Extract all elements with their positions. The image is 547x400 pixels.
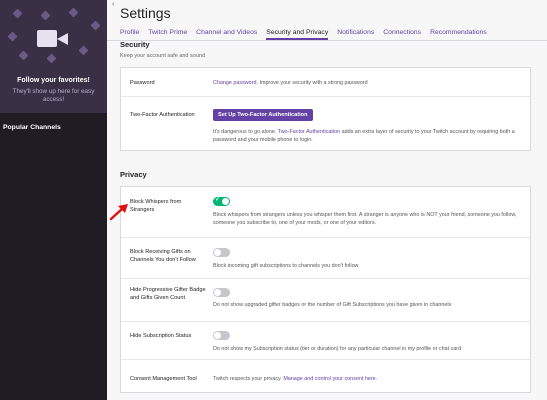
heart-icon [18, 50, 29, 61]
password-description: Change password. Improve your security w… [213, 79, 525, 87]
tabs-divider [107, 40, 547, 41]
settings-tabs: Profile Twitch Prime Channel and Videos … [120, 29, 496, 40]
popular-channels-heading: Popular Channels [3, 124, 61, 131]
toggle-knob [214, 332, 221, 339]
privacy-row-block-whispers: Block Whispers from Strangers ✓ Block wh… [121, 187, 530, 237]
hide-subscription-label: Hide Subscription Status [130, 333, 192, 339]
tab-channel-and-videos[interactable]: Channel and Videos [196, 29, 257, 40]
two-factor-text-before: It's dangerous to go alone. [213, 129, 278, 135]
page-title: Settings [120, 5, 171, 21]
toggle-knob [222, 198, 229, 205]
consent-description: Twitch respects your privacy. Manage and… [213, 375, 525, 383]
toggle-knob [214, 289, 221, 296]
collapse-sidebar-icon[interactable]: ‹ [112, 1, 114, 8]
camera-lens-icon [57, 33, 68, 45]
promo-title: Follow your favorites! [17, 77, 90, 84]
consent-label: Consent Management Tool [130, 376, 197, 382]
block-gifts-description: Block incoming gift subscriptions to cha… [213, 263, 359, 269]
heart-icon [78, 45, 89, 56]
consent-manage-link[interactable]: Manage and control your consent here. [283, 376, 377, 382]
red-arrow-icon [109, 204, 128, 221]
two-factor-description: It's dangerous to go alone. Two-Factor A… [213, 128, 525, 144]
privacy-row-hide-subscription: Hide Subscription Status Do not show my … [121, 321, 530, 359]
two-factor-link[interactable]: Two-Factor Authentication [278, 129, 340, 135]
two-factor-row: Two-Factor Authentication Set Up Two-Fac… [121, 96, 530, 151]
heart-icon [12, 8, 23, 19]
tab-twitch-prime[interactable]: Twitch Prime [148, 29, 187, 40]
privacy-section-title: Privacy [120, 170, 147, 179]
privacy-row-consent: Consent Management Tool Twitch respects … [121, 359, 530, 393]
tab-connections[interactable]: Connections [383, 29, 421, 40]
password-row: Password Change password. Improve your s… [121, 68, 530, 96]
heart-icon [46, 53, 57, 64]
left-sidebar: Follow your favorites! They'll show up h… [0, 0, 107, 400]
two-factor-label: Two-Factor Authentication [130, 112, 195, 118]
change-password-link[interactable]: Change password. [213, 80, 258, 86]
heart-icon [40, 10, 51, 21]
tab-profile[interactable]: Profile [120, 29, 139, 40]
hide-subscription-toggle[interactable] [213, 331, 230, 340]
setup-two-factor-button[interactable]: Set Up Two-Factor Authentication [213, 109, 313, 121]
video-camera-icon [37, 30, 57, 47]
security-card: Password Change password. Improve your s… [120, 67, 531, 151]
hide-subscription-description: Do not show my Subscription status (tier… [213, 346, 462, 352]
password-label: Password [130, 80, 155, 86]
hide-gifter-badge-description: Do not show upgraded gifter badges or th… [213, 302, 452, 308]
checkmark-icon: ✓ [215, 197, 221, 203]
security-section-subtitle: Keep your account safe and sound [120, 53, 206, 59]
password-help-text: Improve your security with a strong pass… [257, 80, 368, 86]
heart-icon [68, 7, 79, 18]
block-gifts-toggle[interactable] [213, 248, 230, 257]
hide-gifter-badge-label: Hide Progressive Gifter Badge and Gifts … [130, 287, 206, 301]
tab-security-and-privacy[interactable]: Security and Privacy [266, 29, 329, 40]
consent-text: Twitch respects your privacy. [213, 376, 284, 382]
follow-promo: Follow your favorites! They'll show up h… [0, 0, 107, 113]
block-gifts-label: Block Receiving Gifts on Channels You do… [130, 249, 196, 263]
toggle-knob [214, 249, 221, 256]
privacy-card: Block Whispers from Strangers ✓ Block wh… [120, 186, 531, 393]
heart-icon [7, 31, 18, 42]
block-whispers-description: Block whispers from strangers unless you… [213, 212, 517, 226]
hide-gifter-badge-toggle[interactable] [213, 288, 230, 297]
block-whispers-label: Block Whispers from Strangers [130, 199, 182, 213]
security-section-title: Security [120, 40, 150, 49]
privacy-row-block-gifts: Block Receiving Gifts on Channels You do… [121, 237, 530, 278]
block-whispers-toggle[interactable]: ✓ [213, 197, 230, 206]
privacy-row-hide-gifter-badge: Hide Progressive Gifter Badge and Gifts … [121, 278, 530, 321]
promo-subtitle: They'll show up here for easy access! [12, 88, 95, 103]
tab-notifications[interactable]: Notifications [337, 29, 374, 40]
tab-recommendations[interactable]: Recommendations [430, 29, 487, 40]
heart-icon [90, 20, 101, 31]
